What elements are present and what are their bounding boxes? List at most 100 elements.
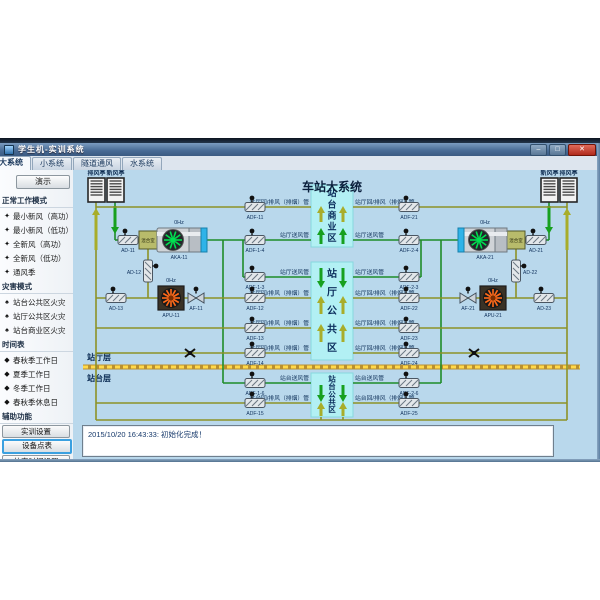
- svg-text:0Hz: 0Hz: [174, 220, 184, 226]
- title-bar: 学生机-实训系统 –□✕: [0, 143, 600, 156]
- damper-AD-22[interactable]: AD-22: [512, 260, 538, 282]
- sidebar-item-通风季[interactable]: ✦通风季: [0, 265, 73, 279]
- scada-canvas: 站台商业区站厅公共区站台公共区站厅层站台层站厅回/排风（排烟）管站厅回/排风（排…: [73, 170, 600, 459]
- damper-ADF-1-3[interactable]: ADF-1-3: [245, 266, 265, 291]
- svg-text:ADF-25: ADF-25: [400, 411, 417, 417]
- return-fan-APU-11[interactable]: 0Hz APU-11: [158, 278, 184, 319]
- svg-text:AF-11: AF-11: [189, 306, 202, 312]
- supply-fan-AKA-21[interactable]: 0HzAKA-21: [463, 220, 507, 261]
- svg-text:APU-11: APU-11: [162, 313, 179, 319]
- sidebar-item-站台公共区火灾[interactable]: ♠站台公共区火灾: [0, 295, 73, 309]
- svg-text:站厅送风管: 站厅送风管: [280, 231, 309, 239]
- vent-tower-新风亭[interactable]: 新风亭: [106, 170, 124, 202]
- svg-text:排风亭: 排风亭: [87, 170, 105, 177]
- return-fan-APU-21[interactable]: 0HzAPU-21: [480, 278, 506, 319]
- svg-text:业: 业: [327, 221, 336, 232]
- sidebar-item-label: 最小新风（高功）: [13, 211, 73, 222]
- svg-text:AD-21: AD-21: [529, 248, 543, 254]
- mixing-box[interactable]: 混合室: [507, 231, 525, 249]
- svg-text:AKA-11: AKA-11: [171, 255, 188, 261]
- damper-AD-23[interactable]: AD-23: [534, 287, 554, 312]
- svg-text:站厅送风管: 站厅送风管: [280, 268, 309, 276]
- valve-AF-11[interactable]: AF-11: [188, 287, 204, 312]
- duct-connector: [201, 228, 207, 252]
- damper-AD-21[interactable]: AD-21: [526, 229, 546, 254]
- sidebar-item-label: 最小新风（低功）: [13, 225, 73, 236]
- svg-text:APU-21: APU-21: [484, 313, 502, 319]
- sidebar-button-设备点表[interactable]: 设备点表: [2, 439, 72, 454]
- sidebar-item-label: 春秋季工作日: [13, 355, 58, 366]
- fan-icon: ✦: [3, 212, 11, 220]
- vent-tower-新风亭[interactable]: 新风亭: [540, 170, 558, 202]
- section-header: 时间表: [0, 337, 73, 352]
- ventilation-diagram: 站台商业区站厅公共区站台公共区站厅层站台层站厅回/排风（排烟）管站厅回/排风（排…: [73, 170, 600, 459]
- sidebar-button-实训设置[interactable]: 实训设置: [2, 425, 70, 438]
- svg-text:区: 区: [327, 342, 337, 354]
- zone-站厅公共区[interactable]: 站厅公共区: [311, 262, 353, 360]
- svg-text:AF-21: AF-21: [461, 306, 475, 312]
- section-header-tools: 辅助功能: [0, 409, 73, 424]
- zone-站台商业区[interactable]: 站台商业区: [311, 185, 353, 247]
- damper-AD-13[interactable]: AD-13: [106, 287, 126, 312]
- svg-text:厅: 厅: [327, 287, 337, 299]
- svg-text:ADF-23: ADF-23: [400, 336, 417, 342]
- sidebar-item-站台商业区火灾[interactable]: ♠站台商业区火灾: [0, 323, 73, 337]
- supply-fan-AKA-11[interactable]: 0Hz AKA-11: [157, 220, 201, 261]
- damper-ADF-1-4[interactable]: ADF-1-4: [245, 229, 265, 254]
- screenshot-page: { "window": { "title": "学生机-实训系统", "cont…: [0, 0, 600, 600]
- damper-ADF-1-6[interactable]: ADF-1-6: [245, 372, 265, 397]
- window-controls: –□✕: [530, 144, 596, 156]
- sidebar-item-冬季工作日[interactable]: ◆冬季工作日: [0, 381, 73, 395]
- sidebar-item-站厅公共区火灾[interactable]: ♠站厅公共区火灾: [0, 309, 73, 323]
- damper-ADF-2-6[interactable]: ADF-2-6: [399, 372, 419, 397]
- window-title: 学生机-实训系统: [18, 144, 85, 155]
- svg-text:AD-22: AD-22: [523, 270, 537, 276]
- fire-icon: ♠: [3, 327, 11, 334]
- app-window: 学生机-实训系统 –□✕ 大系统小系统隧道通风水系统 演示 正常工作模式✦最小新…: [0, 138, 600, 462]
- flow-arrow: [92, 208, 100, 250]
- demo-button[interactable]: 演示: [16, 175, 70, 189]
- sidebar-item-最小新风（高功）[interactable]: ✦最小新风（高功）: [0, 209, 73, 223]
- sidebar-item-全新风（高功）[interactable]: ✦全新风（高功）: [0, 237, 73, 251]
- tab-大系统[interactable]: 大系统: [0, 156, 31, 170]
- svg-text:ADF-13: ADF-13: [246, 336, 263, 342]
- calendar-icon: ◆: [3, 370, 11, 378]
- svg-text:新风亭: 新风亭: [106, 170, 124, 177]
- tab-小系统[interactable]: 小系统: [32, 157, 72, 170]
- damper-ADF-2-4[interactable]: ADF-2-4: [399, 229, 419, 254]
- window-content: 演示 正常工作模式✦最小新风（高功）✦最小新风（低功）✦全新风（高功）✦全新风（…: [0, 170, 600, 459]
- close-button[interactable]: ✕: [568, 144, 596, 156]
- sidebar-item-label: 通风季: [13, 267, 36, 278]
- vent-tower-排风亭[interactable]: 排风亭: [559, 170, 577, 202]
- svg-text:排风亭: 排风亭: [559, 170, 577, 177]
- svg-text:ADF-1-4: ADF-1-4: [246, 248, 265, 254]
- sidebar-item-label: 站台商业区火灾: [13, 325, 66, 336]
- sidebar: 演示 正常工作模式✦最小新风（高功）✦最小新风（低功）✦全新风（高功）✦全新风（…: [0, 170, 74, 459]
- sidebar-item-最小新风（低功）[interactable]: ✦最小新风（低功）: [0, 223, 73, 237]
- svg-text:共: 共: [327, 322, 337, 335]
- mixing-box[interactable]: 混合室: [139, 231, 157, 249]
- calendar-icon: ◆: [3, 384, 11, 392]
- damper-AD-12[interactable]: AD-12: [127, 260, 159, 282]
- sidebar-item-春秋季工作日[interactable]: ◆春秋季工作日: [0, 353, 73, 367]
- tab-水系统[interactable]: 水系统: [122, 157, 162, 170]
- fan-icon: ✦: [3, 240, 11, 248]
- maximize-button[interactable]: □: [549, 144, 566, 156]
- minimize-button[interactable]: –: [530, 144, 547, 156]
- damper-ADF-2-3[interactable]: ADF-2-3: [399, 266, 419, 291]
- svg-text:ADF-11: ADF-11: [247, 215, 264, 221]
- tab-隧道通风[interactable]: 隧道通风: [73, 157, 121, 170]
- svg-text:车站大系统: 车站大系统: [302, 179, 362, 194]
- sidebar-item-夏季工作日[interactable]: ◆夏季工作日: [0, 367, 73, 381]
- vent-tower-排风亭[interactable]: 排风亭: [87, 170, 105, 202]
- event-log[interactable]: 2015/10/20 16:43:33: 初始化完成！: [82, 425, 554, 457]
- valve-AF-21[interactable]: AF-21: [460, 287, 476, 312]
- svg-text:站台送风管: 站台送风管: [280, 374, 309, 382]
- sidebar-item-全新风（低功）[interactable]: ✦全新风（低功）: [0, 251, 73, 265]
- svg-text:站台送风管: 站台送风管: [355, 374, 384, 382]
- sidebar-item-label: 冬季工作日: [13, 383, 51, 394]
- damper-AD-11[interactable]: AD-11: [118, 229, 138, 254]
- svg-text:0Hz: 0Hz: [166, 278, 176, 284]
- sidebar-item-label: 站厅公共区火灾: [13, 311, 66, 322]
- sidebar-item-春秋季休息日[interactable]: ◆春秋季休息日: [0, 395, 73, 409]
